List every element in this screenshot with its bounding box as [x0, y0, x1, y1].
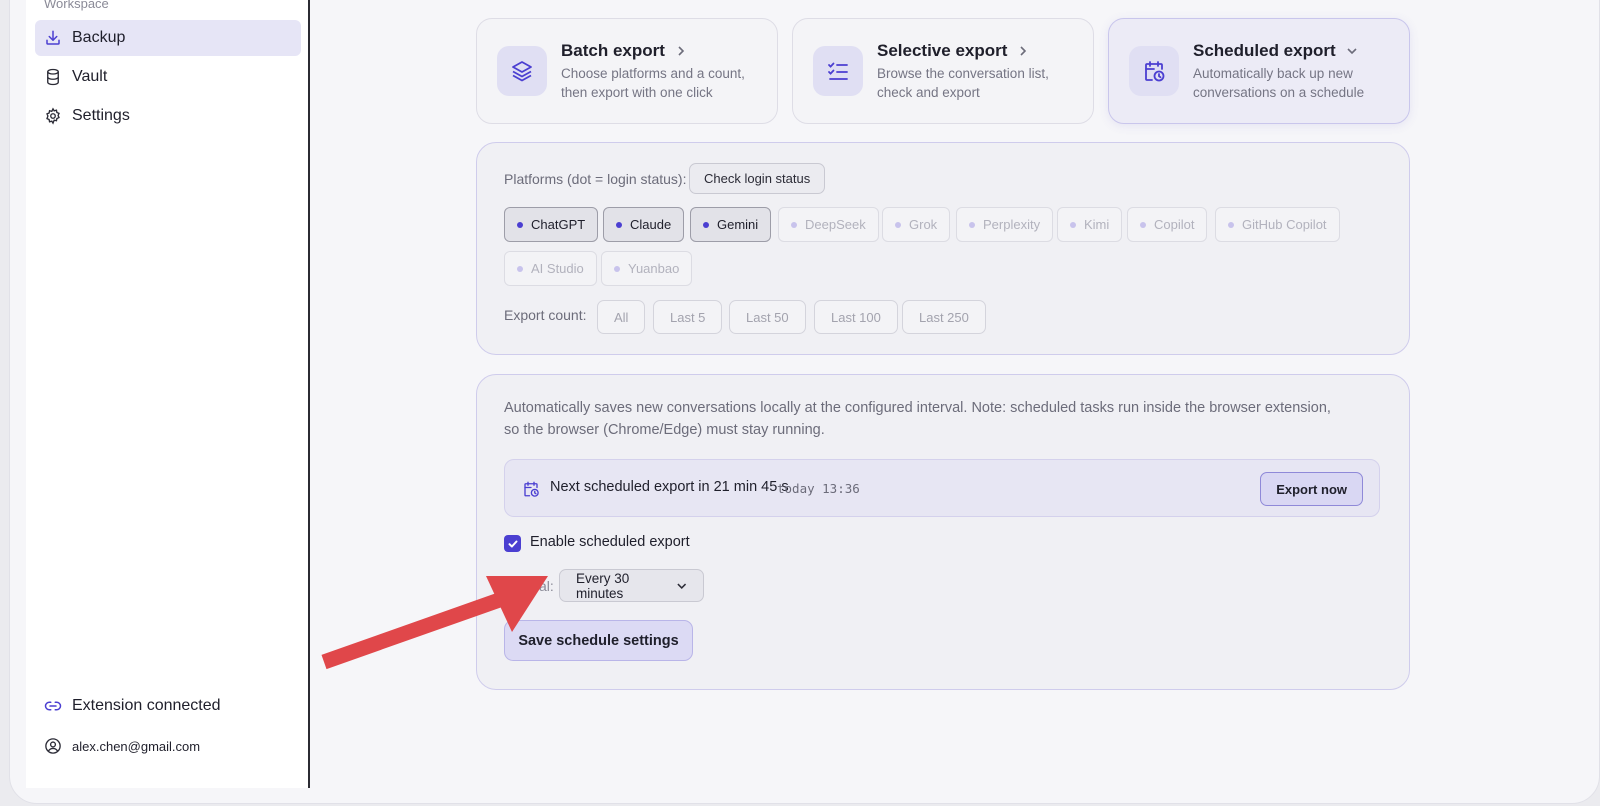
sidebar-item-label: Vault: [72, 68, 108, 85]
schedule-panel: Automatically saves new conversations lo…: [476, 374, 1410, 690]
login-status-dot: [791, 221, 797, 228]
database-icon: [47, 68, 59, 86]
user-circle-icon: [45, 738, 61, 754]
checklist-icon: [828, 62, 848, 80]
mode-card-scheduled-export[interactable]: Scheduled export Automatically back up n…: [1108, 18, 1410, 124]
login-status-dot: [616, 221, 622, 228]
account-menu[interactable]: alex.chen@gmail.com: [44, 737, 200, 755]
export-now-button[interactable]: Export now: [1260, 472, 1363, 506]
enable-schedule-checkbox[interactable]: [504, 535, 521, 552]
platforms-label: Platforms (dot = login status):: [504, 171, 687, 187]
platform-name: ChatGPT: [531, 217, 586, 232]
sidebar-item-label: Settings: [72, 107, 130, 124]
mode-description: Browse the conversation list, check and …: [877, 66, 1049, 100]
count-option-last-250[interactable]: Last 250: [902, 300, 986, 334]
link-icon: [44, 701, 62, 711]
sidebar-item-settings[interactable]: Settings: [35, 98, 301, 134]
mode-card-selective-export[interactable]: Selective export Browse the conversation…: [792, 18, 1094, 124]
enable-schedule-label: Enable scheduled export: [530, 534, 690, 550]
save-schedule-button[interactable]: Save schedule settings: [504, 620, 693, 661]
platform-chip-yuanbao[interactable]: Yuanbao: [601, 251, 693, 286]
chevron-right-icon: [678, 46, 685, 56]
login-status-dot: [1070, 221, 1076, 228]
checkmark-icon: [508, 540, 517, 547]
extension-status-text: Extension connected: [72, 697, 221, 714]
login-status-dot: [895, 221, 901, 228]
platform-name: Gemini: [717, 217, 759, 232]
chevron-down-icon: [1347, 48, 1357, 55]
platform-chip-deepseek[interactable]: DeepSeek: [778, 207, 879, 242]
mode-description: Choose platforms and a count, then expor…: [561, 66, 745, 100]
platform-chip-chatgpt[interactable]: ChatGPT: [504, 207, 599, 242]
platform-name: Claude: [630, 217, 672, 232]
login-status-dot: [969, 221, 975, 228]
platform-chip-claude[interactable]: Claude: [603, 207, 685, 242]
platforms-panel: Platforms (dot = login status): Check lo…: [476, 142, 1410, 355]
layers-icon: [512, 61, 532, 82]
platform-name: Perplexity: [983, 217, 1041, 232]
platform-name: Yuanbao: [628, 261, 680, 276]
gear-icon: [46, 107, 60, 125]
count-option-last-100[interactable]: Last 100: [814, 300, 898, 334]
interval-select[interactable]: Every 30 minutes: [559, 569, 704, 602]
platform-name: Grok: [909, 217, 938, 232]
platform-chip-ai-studio[interactable]: AI Studio: [504, 251, 597, 286]
mode-title: Selective export: [877, 41, 1008, 60]
interval-select-value: Every 30 minutes: [576, 570, 630, 601]
schedule-note: Automatically saves new conversations lo…: [504, 400, 1331, 438]
platform-chip-gemini[interactable]: Gemini: [690, 207, 772, 242]
calendar-clock-icon: [524, 481, 539, 497]
next-export-banner: Next scheduled export in 21 min 45 s tod…: [504, 459, 1380, 517]
export-count-label: Export count:: [504, 307, 587, 323]
extension-status: Extension connected: [44, 697, 221, 715]
platform-name: Kimi: [1084, 217, 1110, 232]
count-option-last-50[interactable]: Last 50: [729, 300, 806, 334]
platform-name: GitHub Copilot: [1242, 217, 1327, 232]
sidebar: Workspace Backup Vault Settings Extensio…: [26, 0, 310, 788]
sidebar-item-backup[interactable]: Backup: [35, 20, 301, 56]
platform-name: AI Studio: [531, 261, 584, 276]
sidebar-item-label: Backup: [72, 29, 126, 46]
platform-name: DeepSeek: [805, 217, 866, 232]
login-status-dot: [1228, 221, 1234, 228]
download-tray-icon: [46, 30, 60, 45]
mode-description: Automatically back up new conversations …: [1193, 66, 1365, 100]
mode-card-batch-export[interactable]: Batch export Choose platforms and a coun…: [476, 18, 778, 124]
count-option-all[interactable]: All: [597, 300, 646, 334]
platform-chip-grok[interactable]: Grok: [882, 207, 951, 242]
chevron-down-icon: [676, 583, 686, 589]
workspace-section-label: Workspace: [44, 0, 109, 11]
platform-chip-kimi[interactable]: Kimi: [1057, 207, 1123, 242]
next-export-time: today 13:36: [777, 481, 860, 496]
login-status-dot: [703, 221, 709, 228]
platform-chip-github-copilot[interactable]: GitHub Copilot: [1215, 207, 1340, 242]
mode-title: Batch export: [561, 41, 665, 60]
main-content: Batch export Choose platforms and a coun…: [312, 0, 1600, 806]
login-status-dot: [517, 221, 523, 228]
count-option-last-5[interactable]: Last 5: [653, 300, 723, 334]
platform-chip-copilot[interactable]: Copilot: [1127, 207, 1208, 242]
login-status-dot: [1140, 221, 1146, 228]
account-email: alex.chen@gmail.com: [72, 738, 201, 754]
platform-chip-perplexity[interactable]: Perplexity: [956, 207, 1054, 242]
platform-name: Copilot: [1154, 217, 1195, 232]
chevron-right-icon: [1020, 46, 1027, 56]
sidebar-item-vault[interactable]: Vault: [35, 59, 301, 95]
mode-title: Scheduled export: [1193, 41, 1336, 60]
calendar-clock-icon: [1145, 61, 1165, 82]
next-export-countdown: Next scheduled export in 21 min 45 s: [550, 479, 789, 495]
login-status-dot: [517, 265, 523, 272]
check-login-status-button[interactable]: Check login status: [689, 163, 826, 194]
login-status-dot: [614, 265, 620, 272]
interval-label: Interval:: [504, 578, 554, 594]
